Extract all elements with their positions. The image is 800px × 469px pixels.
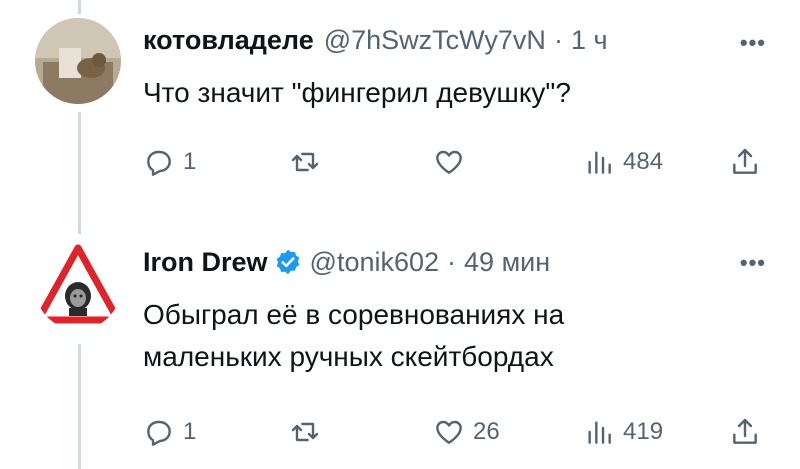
retweet-icon: [291, 152, 319, 172]
heart-icon: [436, 150, 462, 174]
reply-button[interactable]: 1: [143, 410, 196, 454]
retweet-button[interactable]: [289, 410, 329, 454]
thread-line-bottom: [78, 344, 81, 469]
thread-line-middle: [78, 112, 81, 234]
tweet-text-line-2: маленьких ручных скейтбордах: [143, 341, 554, 372]
tweet-text: Что значит "фингерил девушку"?: [143, 77, 571, 108]
like-count: 26: [473, 418, 500, 445]
verified-badge-icon: [274, 248, 302, 276]
separator-dot: ·: [553, 24, 563, 55]
reply-icon: [147, 420, 171, 446]
reply-button[interactable]: 1: [143, 140, 196, 184]
author-handle[interactable]: @tonik602: [310, 247, 440, 278]
author-name[interactable]: котовладеле: [143, 25, 314, 56]
avatar[interactable]: [35, 244, 121, 330]
share-button[interactable]: [729, 140, 761, 184]
action-bar: 1 26 419: [143, 410, 763, 454]
views-count: 484: [623, 148, 664, 175]
share-icon: [733, 148, 757, 174]
views-button[interactable]: 419: [583, 410, 663, 454]
separator-dot: ·: [447, 246, 457, 277]
more-icon[interactable]: •••: [740, 250, 766, 276]
reply-count: 1: [183, 148, 197, 175]
views-icon: [588, 151, 611, 174]
views-icon: [588, 421, 611, 444]
avatar[interactable]: [35, 18, 121, 104]
like-button[interactable]: [433, 140, 473, 184]
avatar-image: [35, 18, 121, 104]
more-icon[interactable]: •••: [740, 30, 766, 56]
timestamp[interactable]: 49 мин: [464, 247, 550, 278]
author-name[interactable]: Iron Drew: [143, 247, 268, 278]
reply-icon: [147, 150, 171, 176]
share-icon: [733, 418, 757, 444]
reply-count: 1: [183, 418, 197, 445]
share-button[interactable]: [729, 410, 761, 454]
tweet-header: котовладеле @7hSwzTcWy7vN · 1 ч: [143, 22, 773, 58]
heart-icon: [436, 420, 462, 444]
tweet-text-line-1: Обыграл её в соревнованиях на: [143, 299, 565, 330]
views-button[interactable]: 484: [583, 140, 663, 184]
thread-line-top: [78, 0, 81, 14]
tweet-header: Iron Drew @tonik602 · 49 мин: [143, 244, 773, 280]
author-handle[interactable]: @7hSwzTcWy7vN: [324, 25, 546, 56]
retweet-button[interactable]: [289, 140, 329, 184]
like-button[interactable]: 26: [433, 410, 500, 454]
action-bar: 1 484: [143, 140, 763, 184]
retweet-icon: [291, 422, 319, 442]
views-count: 419: [623, 418, 664, 445]
warning-sign-avatar: [35, 244, 121, 324]
timestamp[interactable]: 1 ч: [571, 25, 608, 56]
